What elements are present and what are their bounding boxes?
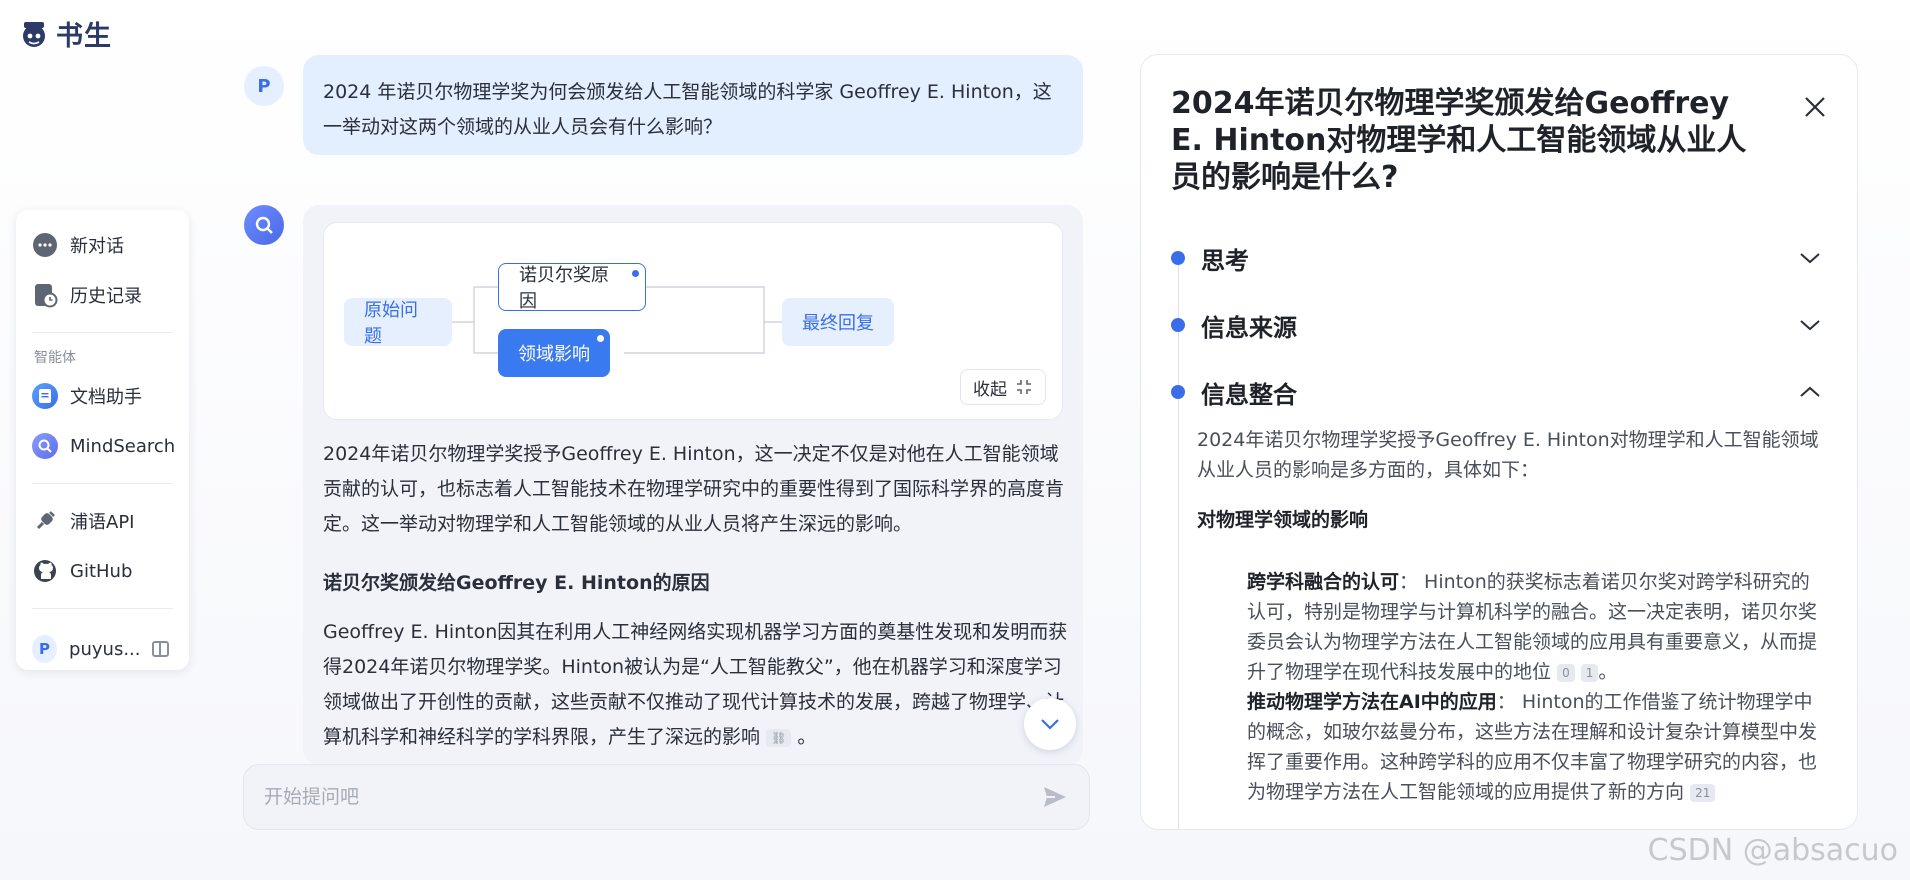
sidebar-section-agents: 智能体 [34,350,76,366]
bullet-end: 。 [1598,661,1618,683]
scholar-logo-icon [23,21,45,47]
bullet-label: 跨学科融合的认可 [1247,571,1400,593]
sidebar-user[interactable]: P puyus... [16,621,189,677]
integration-content: 2024年诺贝尔物理学奖授予Geoffrey E. Hinton对物理学和人工智… [1197,425,1827,807]
user-message: 2024 年诺贝尔物理学奖为何会颁发给人工智能领域的科学家 Geoffrey E… [303,55,1083,155]
answer-paragraph: 2024年诺贝尔物理学奖授予Geoffrey E. Hinton，这一决定不仅是… [323,443,1065,535]
integration-bullet: 推动物理学方法在AI中的应用： Hinton的工作借鉴了统计物理学中的概念，如玻… [1247,687,1827,807]
answer-content: 2024年诺贝尔物理学奖授予Geoffrey E. Hinton，这一决定不仅是… [323,437,1068,765]
send-icon[interactable] [1041,783,1069,811]
integration-subheading: 对物理学领域的影响 [1197,509,1369,531]
node-status-dot [632,270,639,277]
step-integration[interactable]: 信息整合 [1171,372,1821,412]
citation-badge[interactable]: 0 [1557,663,1575,682]
mindsearch-icon [32,433,58,459]
step-label: 思考 [1201,246,1249,275]
sidebar-item-doc-assistant[interactable]: 文档助手 [16,371,189,421]
step-dot [1171,251,1185,265]
answer-paragraph-text: Geoffrey E. Hinton因其在利用人工神经网络实现机器学习方面的奠基… [323,621,1068,748]
step-dot [1171,385,1185,399]
sidebar-item-mindsearch[interactable]: MindSearch [16,421,189,471]
plug-icon [32,508,58,534]
node-status-dot [597,335,604,342]
scroll-down-button[interactable] [1024,698,1076,750]
answer-paragraph-end: 。 [797,726,817,748]
search-detail-panel: 2024年诺贝尔物理学奖颁发给Geoffrey E. Hinton对物理学和人工… [1140,54,1858,830]
mindmap-graph: 原始问题 诺贝尔奖原因 领域影响 最终回复 收起 [323,222,1063,420]
sidebar-item-new-chat[interactable]: 新对话 [16,220,189,270]
sidebar-item-label: 文档助手 [70,387,142,408]
citation-link-icon[interactable]: ⛓ [766,728,792,747]
mindmap-node-final[interactable]: 最终回复 [782,298,894,346]
user-name: puyus... [69,638,141,660]
sidebar-divider [32,332,173,333]
chevron-down-icon [1800,320,1820,331]
sidebar-divider [32,608,173,609]
step-dot [1171,318,1185,332]
close-icon[interactable] [1803,95,1827,119]
answer-paragraph: Geoffrey E. Hinton因其在利用人工神经网络实现机器学习方面的奠基… [323,615,1068,755]
mindmap-node-origin[interactable]: 原始问题 [344,298,452,347]
avatar: P [32,635,58,663]
history-icon [32,282,58,308]
answer-heading: 诺贝尔奖颁发给Geoffrey E. Hinton的原因 [323,572,710,594]
step-thinking[interactable]: 思考 [1171,238,1821,278]
chevron-up-icon [1800,386,1820,397]
mindmap-node-label: 领域影响 [518,344,590,365]
chevron-down-icon [1041,719,1059,730]
sidebar-item-label: GitHub [70,560,133,582]
mindmap-collapse-button[interactable]: 收起 [960,369,1046,405]
chat-bubble-icon [32,232,58,258]
sidebar-collapse-icon[interactable] [152,641,169,657]
chat-input-box [243,764,1090,830]
app-logo[interactable]: 书生 [18,14,112,53]
user-avatar: P [244,66,284,106]
mindmap-node-impact[interactable]: 领域影响 [498,329,610,377]
github-icon [32,558,58,584]
document-icon [32,383,58,409]
chat-input[interactable] [264,786,1041,808]
sidebar-item-label: 历史记录 [70,286,142,307]
panel-title: 2024年诺贝尔物理学奖颁发给Geoffrey E. Hinton对物理学和人工… [1171,86,1747,195]
timeline-line [1178,265,1179,829]
mindsearch-avatar-icon [255,216,273,234]
sidebar-item-history[interactable]: 历史记录 [16,270,189,320]
sidebar-item-label: 新对话 [70,236,124,257]
sidebar: 新对话 历史记录 智能体 文档助手 MindSearch 浦语API GitHu… [16,210,189,670]
sidebar-item-label: 浦语API [70,512,135,533]
logo-text: 书生 [56,21,112,52]
citation-badge[interactable]: 1 [1580,663,1599,682]
sidebar-item-api[interactable]: 浦语API [16,496,189,546]
collapse-label: 收起 [973,379,1007,400]
mindmap-node-label: 诺贝尔奖原因 [519,265,609,312]
watermark: CSDN @absacuo [1647,833,1898,868]
sidebar-divider [32,483,173,484]
mindmap-node-reason[interactable]: 诺贝尔奖原因 [498,263,646,312]
shrink-icon [1017,380,1031,394]
step-label: 信息整合 [1201,380,1297,409]
sidebar-item-github[interactable]: GitHub [16,546,189,596]
bullet-label: 推动物理学方法在AI中的应用 [1247,691,1497,713]
step-sources[interactable]: 信息来源 [1171,305,1821,345]
sidebar-item-label: MindSearch [70,435,176,457]
citation-badge[interactable]: 21 [1690,783,1716,802]
chevron-down-icon [1800,253,1820,264]
bot-avatar [244,205,284,245]
integration-bullet: 跨学科融合的认可： Hinton的获奖标志着诺贝尔奖对跨学科研究的认可，特别是物… [1247,567,1827,687]
bot-message-panel: 原始问题 诺贝尔奖原因 领域影响 最终回复 收起 2024年诺贝尔物理学奖授予G… [303,205,1083,765]
step-label: 信息来源 [1201,313,1297,342]
integration-intro: 2024年诺贝尔物理学奖授予Geoffrey E. Hinton对物理学和人工智… [1197,429,1819,481]
